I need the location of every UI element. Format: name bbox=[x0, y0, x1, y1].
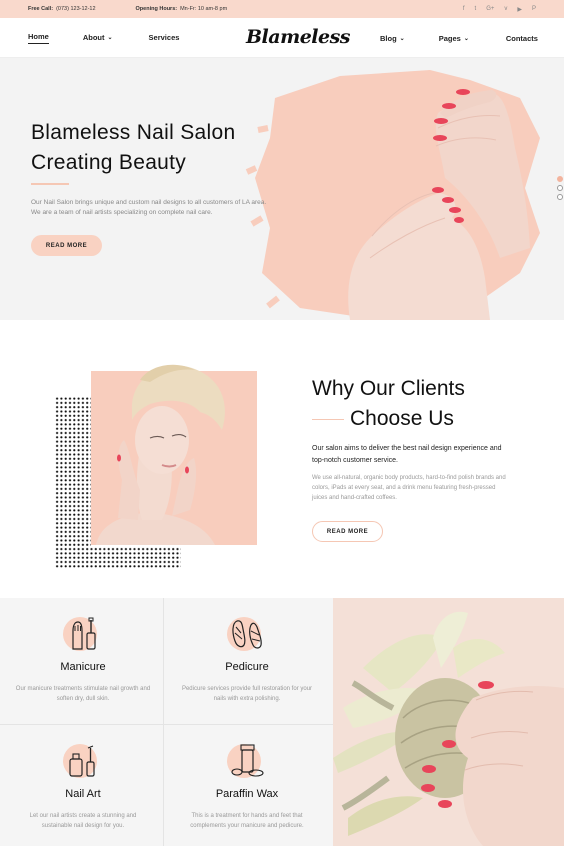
nav-item-pages[interactable]: Pages bbox=[439, 34, 461, 43]
why-text: We use all-natural, organic body product… bbox=[312, 475, 506, 501]
service-text: Our manicure treatments stimulate nail g… bbox=[15, 686, 151, 702]
why-choose-us-section: Why Our Clients Choose Us Our salon aims… bbox=[0, 320, 564, 598]
opening-hours-label: Opening Hours: bbox=[135, 6, 178, 12]
top-bar: Free Call: (073) 123-12-12 Opening Hours… bbox=[0, 0, 564, 18]
hero-read-more-button[interactable]: READ MORE bbox=[31, 235, 102, 256]
free-call: Free Call: (073) 123-12-12 bbox=[28, 6, 96, 12]
hero-title-line1: Blameless Nail Salon bbox=[31, 121, 236, 144]
google-plus-icon[interactable]: G+ bbox=[486, 6, 494, 13]
pedicure-icon bbox=[227, 615, 265, 653]
nav-left: Home About ⌄ Services bbox=[28, 32, 179, 44]
why-title-line2: Choose Us bbox=[312, 404, 465, 434]
nail-art-icon bbox=[63, 742, 101, 780]
paraffin-wax-icon bbox=[227, 742, 265, 780]
portrait-image bbox=[55, 364, 257, 568]
hero-text: Our Nail Salon brings unique and custom … bbox=[31, 199, 267, 216]
service-text: This is a treatment for hands and feet t… bbox=[190, 813, 304, 829]
divider bbox=[31, 183, 69, 185]
why-lead: Our salon aims to deliver the best nail … bbox=[312, 445, 502, 464]
chevron-down-icon: ⌄ bbox=[399, 35, 405, 42]
vimeo-icon[interactable]: v bbox=[504, 6, 507, 13]
free-call-number[interactable]: (073) 123-12-12 bbox=[56, 6, 95, 12]
manicure-icon bbox=[63, 615, 101, 653]
service-text: Pedicure services provide full restorati… bbox=[181, 686, 313, 702]
logo[interactable]: Blameless bbox=[246, 26, 350, 48]
slider-dot[interactable] bbox=[557, 176, 563, 182]
nav-item-home[interactable]: Home bbox=[28, 32, 49, 44]
free-call-label: Free Call: bbox=[28, 6, 54, 12]
chevron-down-icon: ⌄ bbox=[463, 35, 469, 42]
flower-hand-photo bbox=[333, 598, 564, 846]
chevron-down-icon: ⌄ bbox=[107, 35, 113, 41]
hero-title-line2: Creating Beauty bbox=[31, 151, 187, 174]
hero-section: Blameless Nail Salon Creating Beauty Our… bbox=[0, 58, 564, 320]
opening-hours-value: Mn-Fr: 10 am-8 pm bbox=[180, 6, 228, 12]
service-card-manicure[interactable]: Manicure Our manicure treatments stimula… bbox=[0, 598, 166, 722]
nav-item-about[interactable]: About bbox=[83, 33, 105, 42]
nav-right: Blog ⌄ Pages ⌄ Contacts bbox=[380, 18, 538, 58]
youtube-icon[interactable]: ▶ bbox=[517, 6, 522, 13]
facebook-icon[interactable]: f bbox=[463, 6, 465, 13]
social-links: f t G+ v ▶ P bbox=[463, 6, 536, 13]
service-title: Nail Art bbox=[65, 788, 101, 800]
why-title-line1: Why Our Clients bbox=[312, 377, 465, 400]
service-card-paraffin-wax[interactable]: Paraffin Wax This is a treatment for han… bbox=[164, 725, 330, 849]
main-nav: Home About ⌄ Services Blameless Blog ⌄ P… bbox=[0, 18, 564, 58]
service-title: Paraffin Wax bbox=[215, 788, 279, 800]
service-text: Let our nail artists create a stunning a… bbox=[29, 813, 137, 829]
hero-title: Blameless Nail Salon Creating Beauty bbox=[31, 118, 235, 178]
services-section: Manicure Our manicure treatments stimula… bbox=[0, 598, 333, 846]
why-title: Why Our Clients Choose Us bbox=[312, 374, 465, 434]
slider-dot[interactable] bbox=[557, 194, 563, 200]
service-card-pedicure[interactable]: Pedicure Pedicure services provide full … bbox=[164, 598, 330, 722]
nav-item-contacts[interactable]: Contacts bbox=[506, 34, 538, 43]
pinterest-icon[interactable]: P bbox=[532, 6, 536, 13]
service-title: Manicure bbox=[60, 661, 106, 673]
slider-dot[interactable] bbox=[557, 185, 563, 191]
service-card-nail-art[interactable]: Nail Art Let our nail artists create a s… bbox=[0, 725, 166, 849]
nav-item-blog[interactable]: Blog bbox=[380, 34, 397, 43]
why-read-more-button[interactable]: READ MORE bbox=[312, 521, 383, 542]
twitter-icon[interactable]: t bbox=[475, 6, 477, 13]
hero-image bbox=[245, 70, 540, 320]
service-title: Pedicure bbox=[225, 661, 269, 673]
opening-hours: Opening Hours: Mn-Fr: 10 am-8 pm bbox=[136, 6, 228, 12]
flower-hand-image bbox=[333, 598, 564, 846]
nav-item-services[interactable]: Services bbox=[149, 33, 180, 42]
slider-pagination bbox=[557, 176, 563, 200]
